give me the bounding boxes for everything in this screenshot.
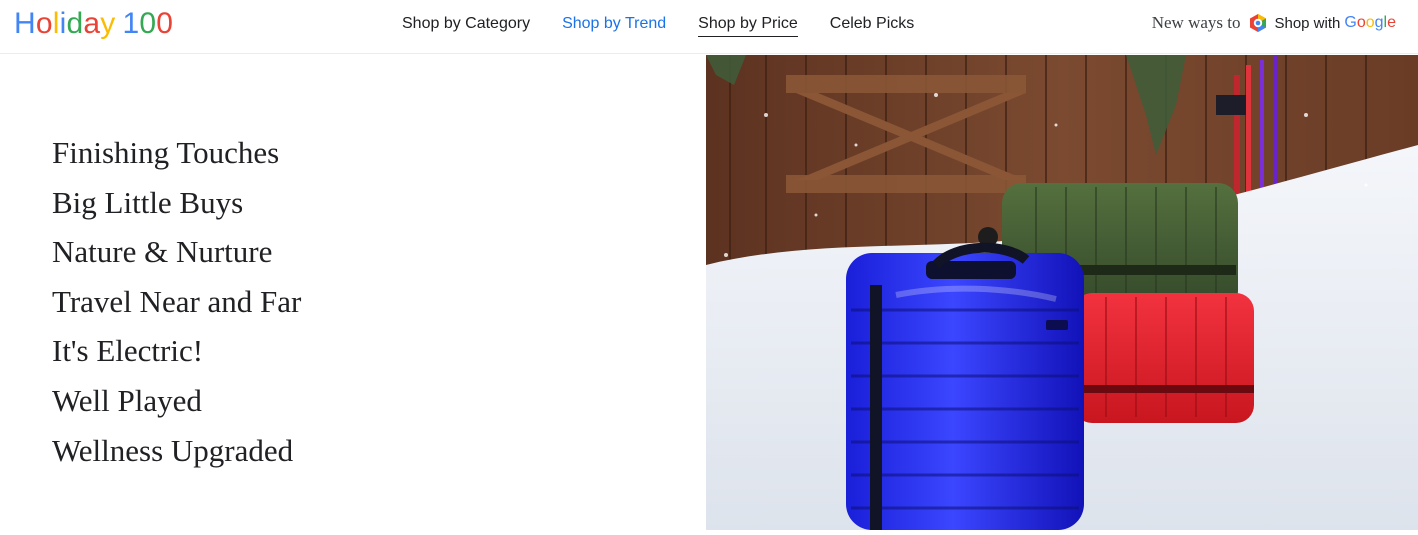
category-nature-and-nurture[interactable]: Nature & Nurture (52, 227, 301, 277)
logo-letter: 0 (139, 7, 157, 40)
google-letter: o (1356, 14, 1366, 31)
logo-letter: 1 (122, 7, 140, 40)
category-its-electric[interactable]: It's Electric! (52, 326, 301, 376)
nav-shop-by-category[interactable]: Shop by Category (402, 13, 530, 37)
google-letter: g (1374, 14, 1384, 31)
category-travel-near-and-far[interactable]: Travel Near and Far (52, 277, 301, 327)
shop-with-google-promo[interactable]: New ways to Shop with Google (1152, 13, 1396, 33)
category-well-played[interactable]: Well Played (52, 376, 301, 426)
logo-letter: i (59, 7, 67, 40)
logo-letter: y (100, 7, 116, 40)
nav-shop-by-trend[interactable]: Shop by Trend (562, 13, 666, 37)
google-wordmark: Google (1344, 14, 1396, 32)
google-letter: e (1387, 14, 1396, 31)
google-letter: o (1365, 14, 1375, 31)
category-big-little-buys[interactable]: Big Little Buys (52, 178, 301, 228)
nav-shop-by-price[interactable]: Shop by Price (698, 13, 798, 37)
red-suitcase (1074, 293, 1254, 423)
logo-letter: l (52, 7, 60, 40)
blue-suitcase (846, 242, 1084, 530)
main-nav: Shop by Category Shop by Trend Shop by P… (402, 13, 914, 37)
logo-letter: a (83, 7, 101, 40)
promo-prefix-text: New ways to (1151, 13, 1241, 32)
hero-image-luggage-in-snow (706, 55, 1418, 530)
nav-celeb-picks[interactable]: Celeb Picks (830, 13, 914, 37)
logo-letter: d (66, 7, 84, 40)
logo-letter: o (35, 7, 53, 40)
category-wellness-upgraded[interactable]: Wellness Upgraded (52, 426, 301, 476)
logo-letter: 0 (156, 7, 174, 40)
logo-letter: H (14, 7, 36, 40)
holiday-100-logo[interactable]: Holiday 100 (14, 4, 173, 44)
category-finishing-touches[interactable]: Finishing Touches (52, 128, 301, 178)
category-list: Finishing Touches Big Little Buys Nature… (52, 128, 301, 475)
top-navigation-bar: Holiday 100 Shop by Category Shop by Tren… (0, 0, 1418, 54)
google-letter: G (1344, 14, 1357, 31)
promo-shop-with-text: Shop with (1274, 14, 1341, 32)
google-lens-icon (1250, 14, 1267, 32)
hero-illustration (706, 55, 1418, 530)
